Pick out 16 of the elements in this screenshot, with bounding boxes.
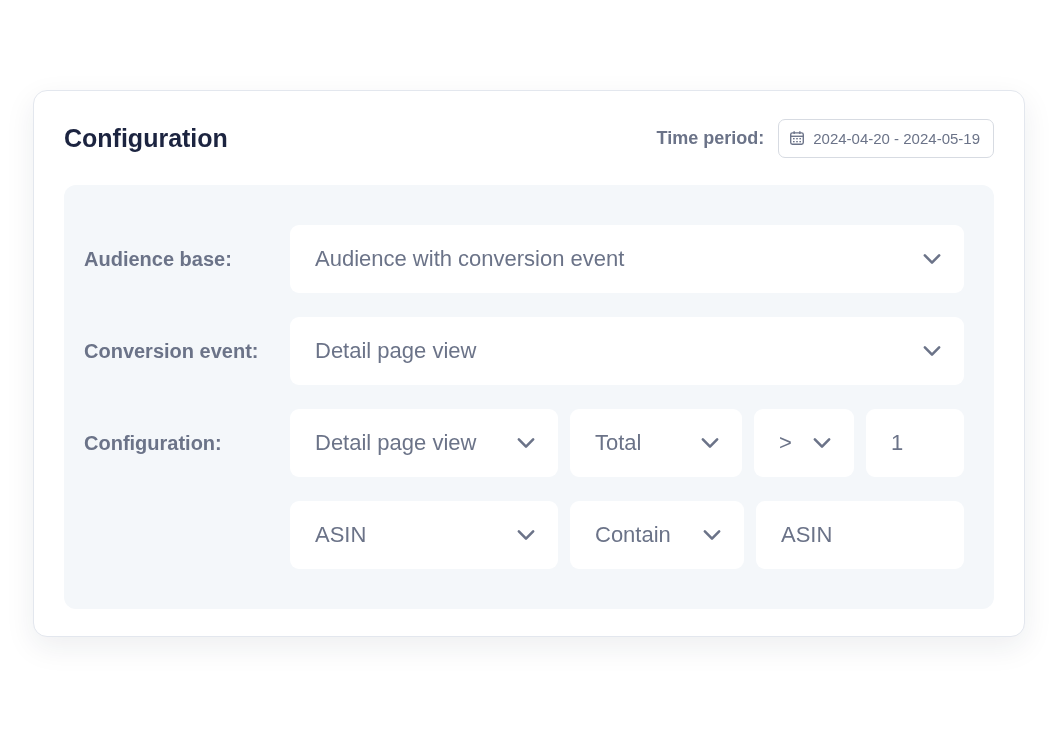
- time-period-label: Time period:: [656, 127, 765, 149]
- field-label: Configuration:: [84, 430, 223, 456]
- dropdown[interactable]: >: [754, 409, 854, 477]
- dropdown[interactable]: ASIN: [290, 501, 558, 569]
- dropdown[interactable]: Detail page view: [290, 409, 558, 477]
- dropdown[interactable]: Contain: [570, 501, 744, 569]
- dropdown[interactable]: Total: [570, 409, 742, 477]
- dropdown[interactable]: Audience with conversion event: [290, 225, 964, 293]
- field-label: Audience base:: [84, 246, 233, 272]
- field-label: Conversion event:: [84, 338, 260, 364]
- date-range-field[interactable]: 2024-04-20 - 2024-05-19: [778, 118, 994, 158]
- card-title: Configuration: [64, 123, 228, 153]
- dropdown[interactable]: Detail page view: [290, 317, 964, 385]
- calendar-icon: [789, 130, 806, 146]
- input-field[interactable]: ASIN: [756, 501, 964, 569]
- input-field[interactable]: 1: [866, 409, 964, 477]
